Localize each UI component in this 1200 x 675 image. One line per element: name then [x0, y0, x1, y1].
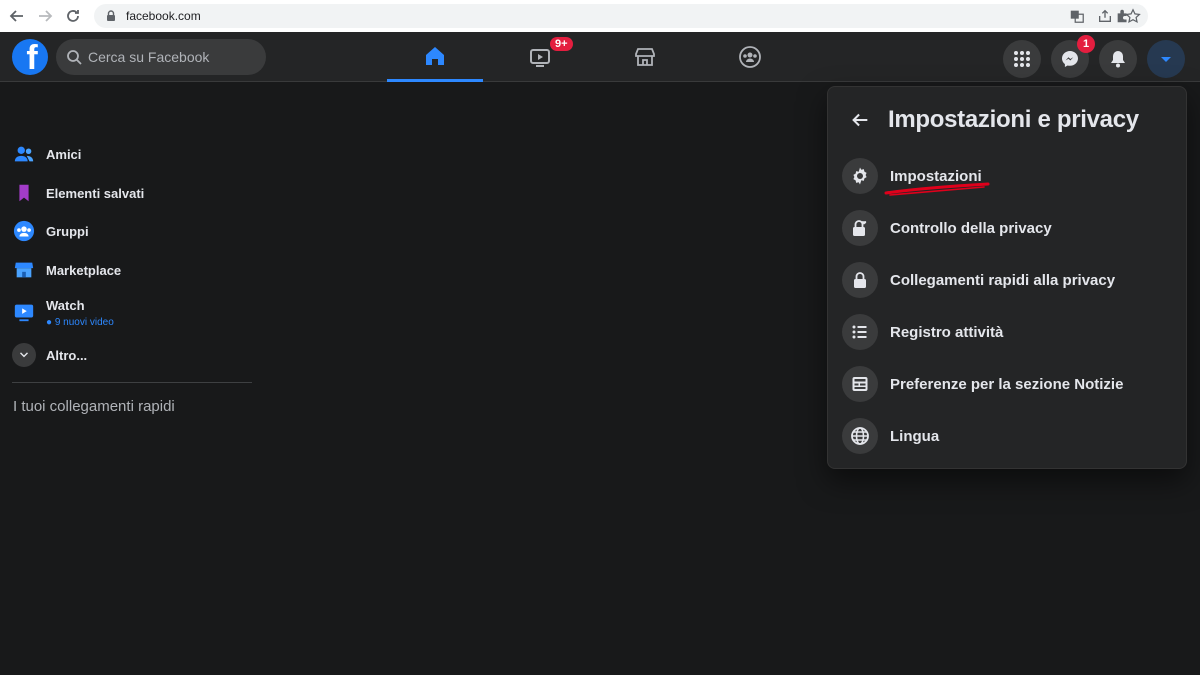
url-text: facebook.com: [126, 9, 201, 23]
home-icon: [426, 46, 444, 65]
grid-menu-icon: [1014, 51, 1030, 67]
sidebar-item-marketplace[interactable]: Marketplace: [12, 255, 121, 285]
messenger-icon: [1062, 51, 1078, 67]
settings-privacy-panel: Impostazioni e privacy Impostazioni Cont…: [827, 86, 1187, 469]
sidebar-item-label: Watch: [46, 297, 85, 313]
marketplace-icon: [12, 258, 36, 282]
back-icon[interactable]: [6, 5, 28, 27]
sidebar-item-watch[interactable]: Watch ● 9 nuovi video: [12, 294, 114, 330]
sidebar-item-saved[interactable]: Elementi salvati: [12, 178, 144, 208]
friends-icon: [12, 142, 36, 166]
search-input[interactable]: [88, 49, 248, 65]
chevron-down-icon: [12, 343, 36, 367]
lock-icon: [107, 10, 115, 21]
shortcuts-heading: I tuoi collegamenti rapidi: [13, 398, 175, 415]
lock-icon: [842, 262, 878, 298]
sidebar-item-friends[interactable]: Amici: [12, 139, 81, 169]
back-arrow-icon[interactable]: [842, 105, 878, 135]
messenger-badge: 1: [1077, 35, 1095, 53]
sidebar-item-label: Amici: [46, 146, 82, 162]
tab-watch[interactable]: 9+: [492, 32, 588, 82]
bookmark-icon: [12, 181, 36, 205]
menu-item-label: Registro attività: [890, 323, 1004, 341]
gear-icon: [842, 158, 878, 194]
bell-icon: [1111, 51, 1125, 68]
search-box[interactable]: [56, 39, 266, 75]
sidebar-divider: [12, 382, 252, 383]
panel-title: Impostazioni e privacy: [888, 106, 1139, 133]
watch-new-videos: ● 9 nuovi video: [46, 316, 114, 328]
marketplace-icon: [635, 48, 655, 66]
tab-groups[interactable]: [702, 32, 798, 82]
watch-icon: [12, 300, 36, 324]
forward-icon[interactable]: [34, 5, 56, 27]
groups-icon: [739, 46, 761, 68]
translate-icon[interactable]: [1068, 7, 1086, 25]
video-icon: [530, 49, 550, 67]
tab-home[interactable]: [387, 32, 483, 82]
search-icon: [67, 50, 82, 65]
extensions-icon[interactable]: [1114, 7, 1132, 25]
watch-badge: 9+: [550, 37, 573, 51]
menu-item-language[interactable]: Lingua: [842, 413, 1174, 459]
lock-heart-icon: [842, 210, 878, 246]
reload-icon[interactable]: [62, 5, 84, 27]
tab-marketplace[interactable]: [597, 32, 693, 82]
red-underline-annotation: [884, 182, 990, 196]
menu-button[interactable]: [1003, 40, 1041, 78]
facebook-header: f 9+ 1: [0, 32, 1200, 82]
messenger-button[interactable]: 1: [1051, 35, 1095, 78]
menu-item-activity-log[interactable]: Registro attività: [842, 309, 1174, 355]
menu-item-privacy-checkup[interactable]: Controllo della privacy: [842, 205, 1174, 251]
notifications-button[interactable]: [1099, 40, 1137, 78]
menu-item-news-feed-preferences[interactable]: Preferenze per la sezione Notizie: [842, 361, 1174, 407]
menu-item-label: Collegamenti rapidi alla privacy: [890, 271, 1116, 289]
menu-item-privacy-shortcuts[interactable]: Collegamenti rapidi alla privacy: [842, 257, 1174, 303]
sidebar-item-groups[interactable]: Gruppi: [12, 216, 89, 246]
menu-item-label: Lingua: [890, 427, 940, 445]
chevron-down-icon: [1161, 57, 1171, 62]
groups-icon: [12, 219, 36, 243]
sidebar-item-label: Gruppi: [46, 223, 89, 239]
menu-item-label: Controllo della privacy: [890, 219, 1052, 237]
share-icon[interactable]: [1096, 7, 1114, 25]
address-bar[interactable]: facebook.com: [94, 4, 1148, 28]
facebook-logo-icon[interactable]: f: [12, 39, 48, 75]
sidebar-item-label: Elementi salvati: [46, 185, 145, 201]
sidebar-item-label: Altro...: [46, 347, 88, 363]
news-feed-icon: [842, 366, 878, 402]
globe-icon: [842, 418, 878, 454]
browser-toolbar: facebook.com: [0, 0, 1200, 32]
account-button[interactable]: [1147, 40, 1185, 78]
menu-item-label: Preferenze per la sezione Notizie: [890, 375, 1124, 393]
panel-header: Impostazioni e privacy: [842, 105, 1139, 135]
list-icon: [842, 314, 878, 350]
sidebar-item-more[interactable]: Altro...: [12, 340, 87, 370]
sidebar-item-label: Marketplace: [46, 262, 122, 278]
